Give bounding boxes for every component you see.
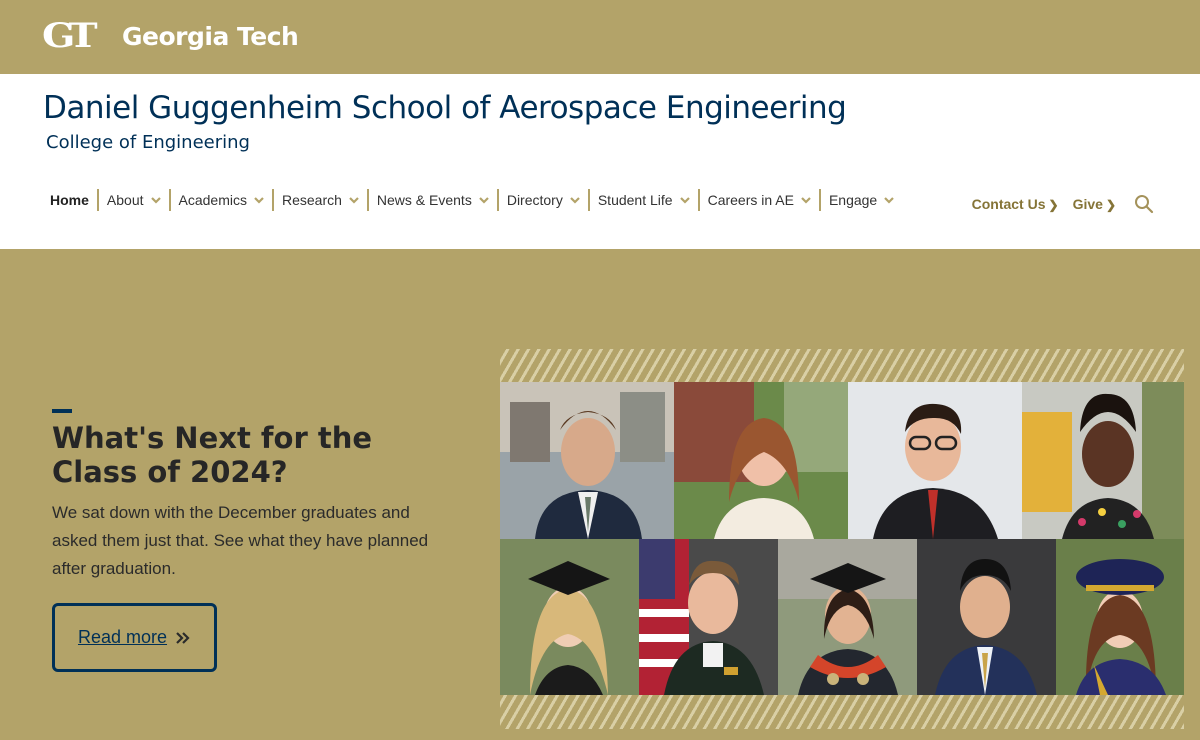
nav-item-about[interactable]: About: [96, 189, 169, 211]
chevron-down-icon: [801, 197, 811, 204]
school-title[interactable]: Daniel Guggenheim School of Aerospace En…: [43, 90, 847, 126]
hero-title: What's Next for the Class of 2024?: [52, 421, 373, 489]
accent-dash: [52, 409, 72, 413]
read-more-button[interactable]: Read more: [52, 603, 217, 672]
give-label: Give: [1072, 196, 1103, 212]
graduate-photo: [500, 539, 639, 695]
chevron-down-icon: [349, 197, 359, 204]
gt-monogram: GT: [42, 16, 98, 56]
nav-item-engage[interactable]: Engage: [818, 189, 902, 211]
nav-item-label: Research: [281, 192, 342, 208]
photo-grid: [500, 382, 1184, 695]
graduate-photo: [917, 539, 1056, 695]
nav-item-label: Directory: [506, 192, 563, 208]
nav-item-academics[interactable]: Academics: [168, 189, 272, 211]
georgia-tech-wordmark: Georgia Tech: [122, 21, 299, 51]
chevron-down-icon: [254, 197, 264, 204]
nav-item-label: Careers in AE: [707, 192, 794, 208]
graduate-photo: [674, 382, 848, 539]
chevron-down-icon: [884, 197, 895, 204]
graduate-photo: [639, 539, 778, 695]
chevron-down-icon: [570, 197, 580, 204]
main-nav: Home About Academics Research News & Eve…: [42, 189, 902, 211]
graduate-photo: [778, 539, 917, 695]
chevron-down-icon: [679, 197, 690, 204]
site-header: Daniel Guggenheim School of Aerospace En…: [0, 74, 1200, 249]
nav-item-label: About: [106, 192, 144, 208]
nav-item-student-life[interactable]: Student Life: [587, 189, 698, 211]
graduate-photo: [1056, 539, 1184, 695]
chevron-down-icon: [150, 197, 161, 204]
read-more-label: Read more: [77, 627, 168, 647]
double-chevron-right-icon: [176, 631, 190, 644]
nav-item-label: Home: [50, 192, 89, 208]
nav-item-label: News & Events: [376, 192, 472, 208]
top-bar: GT Georgia Tech: [0, 0, 1200, 74]
utility-nav: Contact Us ❯ Give ❯: [972, 194, 1154, 214]
graduate-photo: [1022, 382, 1184, 539]
graduates-photo-collage: [500, 349, 1184, 729]
georgia-tech-logo[interactable]: GT Georgia Tech: [42, 16, 299, 56]
contact-us-link[interactable]: Contact Us ❯: [972, 196, 1059, 212]
give-link[interactable]: Give ❯: [1073, 196, 1116, 212]
nav-item-label: Engage: [828, 192, 878, 208]
graduate-photo: [848, 382, 1022, 539]
nav-item-careers[interactable]: Careers in AE: [697, 189, 819, 211]
chevron-down-icon: [479, 197, 489, 204]
nav-item-directory[interactable]: Directory: [496, 189, 588, 211]
nav-item-research[interactable]: Research: [271, 189, 367, 211]
contact-us-label: Contact Us: [971, 196, 1046, 212]
hero-description: We sat down with the December graduates …: [52, 503, 429, 578]
nav-item-label: Student Life: [597, 192, 673, 208]
nav-item-home[interactable]: Home: [42, 189, 97, 211]
hero-section: What's Next for the Class of 2024? We sa…: [0, 249, 1200, 740]
chevron-right-icon: ❯: [1105, 198, 1116, 212]
nav-item-news-events[interactable]: News & Events: [366, 189, 497, 211]
graduate-photo: [500, 382, 674, 539]
college-subtitle[interactable]: College of Engineering: [46, 132, 250, 153]
search-icon[interactable]: [1134, 194, 1154, 214]
chevron-right-icon: ❯: [1048, 198, 1059, 212]
nav-item-label: Academics: [178, 192, 247, 208]
